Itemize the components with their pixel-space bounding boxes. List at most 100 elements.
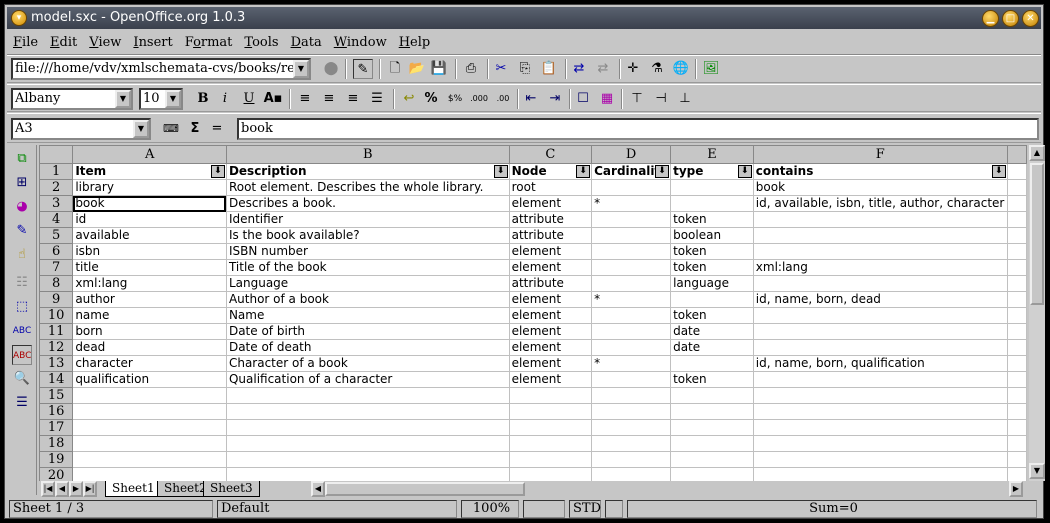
column-header-a[interactable]: A bbox=[72, 145, 227, 164]
cell-f19[interactable] bbox=[753, 451, 1008, 468]
cell-f16[interactable] bbox=[753, 403, 1008, 420]
cell-d16[interactable] bbox=[591, 403, 672, 420]
auto-spellcheck-icon[interactable]: ABC bbox=[12, 345, 32, 365]
menu-view[interactable]: View bbox=[83, 31, 127, 50]
cell-b7[interactable]: Title of the book bbox=[226, 259, 510, 276]
cell-e8[interactable]: language bbox=[670, 275, 754, 292]
cell-b14[interactable]: Qualification of a character bbox=[226, 371, 510, 388]
cell-g4[interactable] bbox=[1007, 211, 1027, 228]
cell-g16[interactable] bbox=[1007, 403, 1027, 420]
cell-c8[interactable]: attribute bbox=[509, 275, 593, 292]
cell-d15[interactable] bbox=[591, 387, 672, 404]
cell-e15[interactable] bbox=[670, 387, 754, 404]
redo-icon[interactable]: ⇄ bbox=[593, 59, 613, 79]
gallery-icon[interactable]: 🖼 bbox=[701, 59, 721, 79]
url-combobox[interactable]: file:///home/vdv/xmlschemata-cvs/books/r… bbox=[11, 58, 311, 80]
column-header-b[interactable]: B bbox=[225, 145, 510, 164]
align-center-icon[interactable]: ≡ bbox=[319, 89, 339, 109]
cell-f3[interactable]: id, available, isbn, title, author, char… bbox=[753, 195, 1008, 212]
row-header[interactable]: 19 bbox=[39, 451, 74, 468]
cell-a2[interactable]: library bbox=[72, 179, 227, 196]
justify-icon[interactable]: ☰ bbox=[367, 89, 387, 109]
autofilter-dropdown-icon[interactable]: ⬇ bbox=[737, 165, 752, 178]
url-field[interactable]: file:///home/vdv/xmlschemata-cvs/books/r… bbox=[15, 61, 309, 76]
cell-c5[interactable]: attribute bbox=[509, 227, 593, 244]
cell-c18[interactable] bbox=[509, 435, 593, 452]
cell-a12[interactable]: dead bbox=[72, 339, 227, 356]
align-bottom-icon[interactable]: ⊥ bbox=[675, 89, 695, 109]
cell-f11[interactable] bbox=[753, 323, 1008, 340]
select-all-corner[interactable] bbox=[39, 145, 74, 164]
cell-c1[interactable]: Node ⬇ bbox=[509, 163, 593, 180]
cell-g19[interactable] bbox=[1007, 451, 1027, 468]
cell-d4[interactable] bbox=[591, 211, 672, 228]
cell-a1[interactable]: Item ⬇ bbox=[72, 163, 227, 180]
add-decimal-icon[interactable]: .000 bbox=[469, 89, 489, 109]
cell-g20[interactable] bbox=[1007, 467, 1027, 481]
undo-icon[interactable]: ⇄ bbox=[569, 59, 589, 79]
cell-d10[interactable] bbox=[591, 307, 672, 324]
row-header[interactable]: 11 bbox=[39, 323, 74, 340]
font-size-combobox[interactable]: 10 ▼ bbox=[139, 88, 183, 110]
cell-c13[interactable]: element bbox=[509, 355, 593, 372]
cell-e3[interactable] bbox=[670, 195, 754, 212]
cell-d6[interactable] bbox=[591, 243, 672, 260]
cell-g2[interactable] bbox=[1007, 179, 1027, 196]
cell-c4[interactable]: attribute bbox=[509, 211, 593, 228]
autofilter-dropdown-icon[interactable]: ⬇ bbox=[991, 165, 1006, 178]
currency-format-icon[interactable]: ↩ bbox=[399, 89, 419, 109]
cell-e7[interactable]: token bbox=[670, 259, 754, 276]
vertical-scrollbar[interactable]: ▲ ▼ bbox=[1029, 145, 1045, 481]
scroll-up-icon[interactable]: ▲ bbox=[1029, 145, 1045, 161]
cell-g6[interactable] bbox=[1007, 243, 1027, 260]
cell-b8[interactable]: Language bbox=[226, 275, 510, 292]
cell-e1[interactable]: type ⬇ bbox=[670, 163, 754, 180]
spreadsheet-grid[interactable]: ABCDEF 1 Item ⬇ Description ⬇ Node ⬇ Cardinalit… bbox=[39, 145, 1027, 481]
cell-f9[interactable]: id, name, born, dead bbox=[753, 291, 1008, 308]
row-header[interactable]: 1 bbox=[39, 163, 74, 180]
font-name-combobox[interactable]: Albany ▼ bbox=[11, 88, 133, 110]
minimize-button[interactable]: ▁ bbox=[982, 10, 999, 27]
cell-f7[interactable]: xml:lang bbox=[753, 259, 1008, 276]
scroll-down-icon[interactable]: ▼ bbox=[1029, 463, 1045, 479]
cell-e4[interactable]: token bbox=[670, 211, 754, 228]
cell-g3[interactable] bbox=[1007, 195, 1027, 212]
underline-icon[interactable]: U bbox=[239, 89, 259, 109]
cell-d8[interactable] bbox=[591, 275, 672, 292]
edit-file-icon[interactable]: ✎ bbox=[353, 59, 373, 79]
function-icon[interactable]: = bbox=[207, 119, 227, 139]
cell-f5[interactable] bbox=[753, 227, 1008, 244]
cell-g9[interactable] bbox=[1007, 291, 1027, 308]
spellcheck-icon[interactable]: ABC bbox=[12, 321, 32, 341]
cell-a10[interactable]: name bbox=[72, 307, 227, 324]
column-header-e[interactable]: E bbox=[670, 145, 754, 164]
cell-a16[interactable] bbox=[72, 403, 227, 420]
cell-c16[interactable] bbox=[509, 403, 593, 420]
cell-c14[interactable]: element bbox=[509, 371, 593, 388]
cell-b20[interactable] bbox=[226, 467, 510, 481]
sum-icon[interactable]: Σ bbox=[185, 119, 205, 139]
form-controls-icon[interactable]: ☝ bbox=[12, 245, 32, 265]
horizontal-scroll-thumb[interactable] bbox=[325, 482, 525, 496]
cell-f1[interactable]: contains ⬇ bbox=[753, 163, 1008, 180]
cell-b5[interactable]: Is the book available? bbox=[226, 227, 510, 244]
cell-f13[interactable]: id, name, born, qualification bbox=[753, 355, 1008, 372]
column-header-c[interactable]: C bbox=[508, 145, 593, 164]
cell-d7[interactable] bbox=[591, 259, 672, 276]
cell-d17[interactable] bbox=[591, 419, 672, 436]
cell-e20[interactable] bbox=[670, 467, 754, 481]
autofilter-dropdown-icon[interactable]: ⬇ bbox=[655, 165, 670, 178]
insert-icon[interactable]: ⧉ bbox=[12, 149, 32, 169]
cell-g7[interactable] bbox=[1007, 259, 1027, 276]
copy-icon[interactable]: ⎘ bbox=[515, 59, 535, 79]
cell-e5[interactable]: boolean bbox=[670, 227, 754, 244]
cell-d14[interactable] bbox=[591, 371, 672, 388]
cell-b17[interactable] bbox=[226, 419, 510, 436]
row-header[interactable]: 13 bbox=[39, 355, 74, 372]
percent-format-icon[interactable]: % bbox=[421, 89, 441, 109]
name-box[interactable]: A3 ▼ bbox=[11, 118, 151, 140]
autofilter-dropdown-icon[interactable]: ⬇ bbox=[493, 165, 508, 178]
cell-a18[interactable] bbox=[72, 435, 227, 452]
chevron-down-icon[interactable]: ▼ bbox=[133, 120, 149, 138]
cell-e11[interactable]: date bbox=[670, 323, 754, 340]
